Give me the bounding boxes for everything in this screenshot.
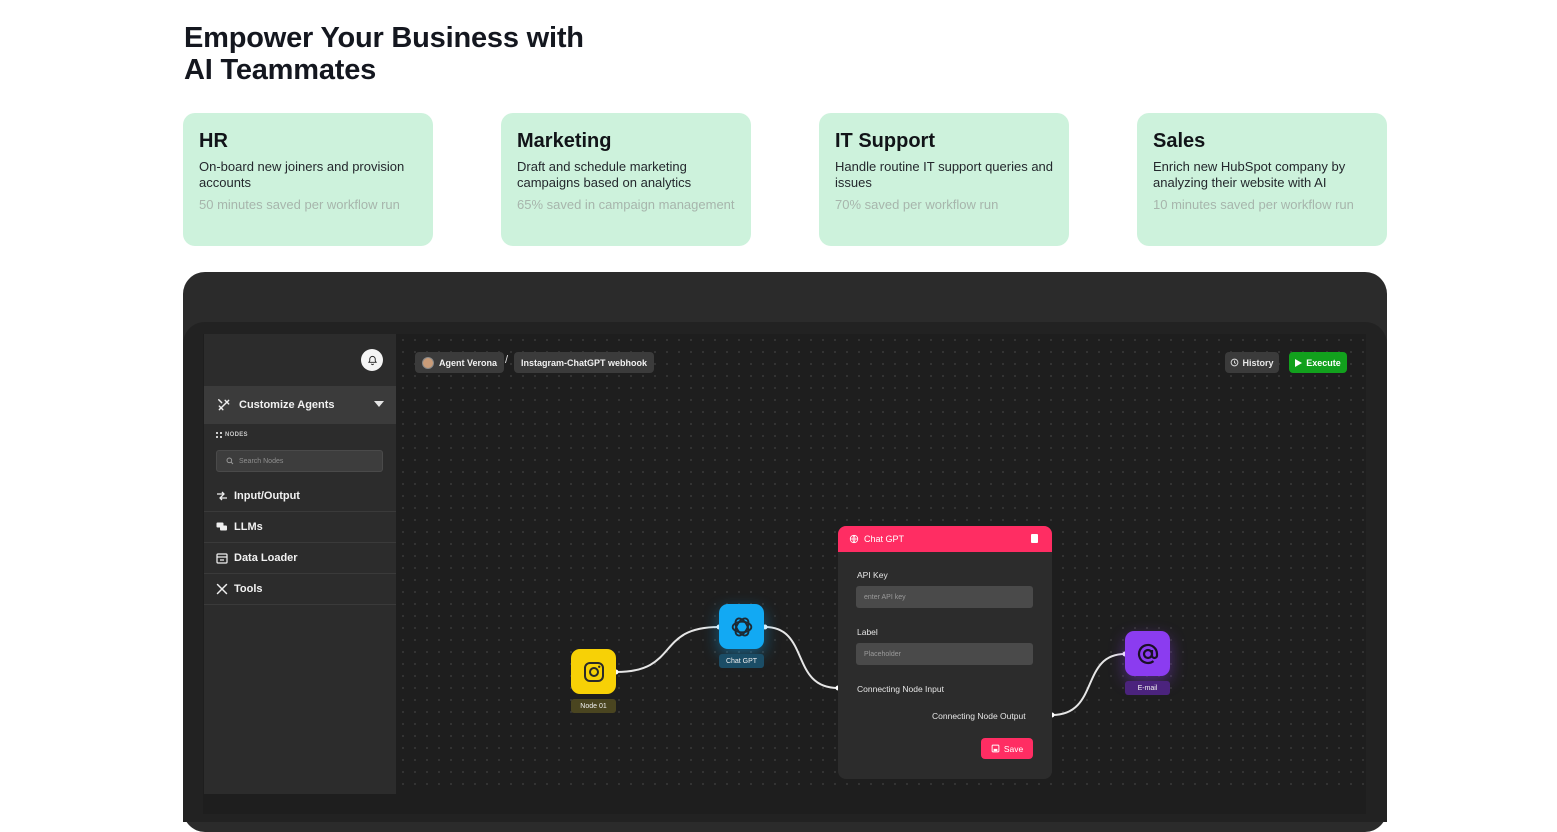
email-node[interactable] bbox=[1125, 631, 1170, 676]
node-connections bbox=[613, 624, 1128, 718]
at-sign-icon bbox=[1137, 643, 1158, 664]
label-input[interactable]: Placeholder bbox=[856, 643, 1033, 665]
panel-header: Chat GPT bbox=[838, 526, 1052, 552]
save-button[interactable]: Save bbox=[981, 738, 1033, 759]
chatgpt-node-label: Chat GPT bbox=[719, 654, 764, 668]
api-key-label: API Key bbox=[857, 570, 888, 580]
instagram-icon bbox=[583, 661, 604, 682]
connecting-node-output-label: Connecting Node Output bbox=[932, 711, 1026, 721]
label-field-label: Label bbox=[857, 627, 878, 637]
save-icon bbox=[991, 744, 1000, 753]
globe-icon bbox=[849, 534, 859, 544]
trash-icon[interactable] bbox=[1031, 534, 1038, 543]
openai-icon bbox=[731, 617, 752, 636]
connecting-node-input-label: Connecting Node Input bbox=[857, 684, 944, 694]
api-key-input[interactable]: enter API key bbox=[856, 586, 1033, 608]
instagram-node[interactable] bbox=[571, 649, 616, 694]
instagram-node-label: Node 01 bbox=[571, 699, 616, 713]
panel-title: Chat GPT bbox=[864, 534, 905, 544]
email-node-label: E-mail bbox=[1125, 681, 1170, 695]
chatgpt-node[interactable] bbox=[719, 604, 764, 649]
chatgpt-config-panel: Chat GPT API Key enter API key Label Pla… bbox=[838, 526, 1052, 779]
